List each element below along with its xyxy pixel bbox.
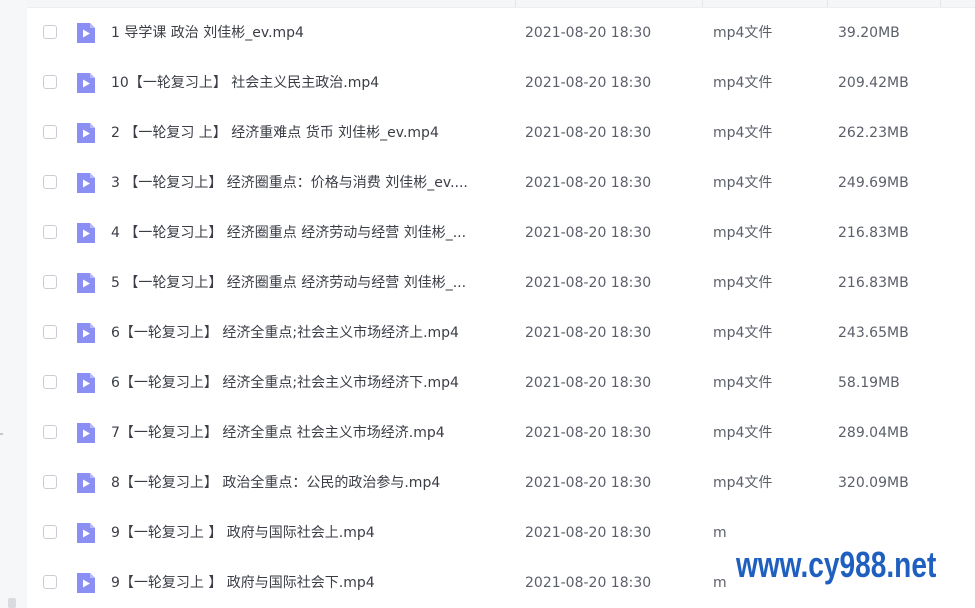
file-date: 2021-08-20 18:30 <box>525 475 652 491</box>
row-checkbox[interactable] <box>43 275 57 289</box>
file-date: 2021-08-20 18:30 <box>525 225 652 241</box>
file-date: 2021-08-20 18:30 <box>525 325 652 341</box>
column-divider[interactable] <box>940 0 941 7</box>
row-checkbox[interactable] <box>43 325 57 339</box>
file-date: 2021-08-20 18:30 <box>525 175 652 191</box>
column-header-bar <box>27 0 975 8</box>
file-name[interactable]: 8【一轮复习上】 政治全重点：公民的政治参与.mp4 <box>111 473 511 493</box>
file-row[interactable]: 5 【一轮复习上】 经济圈重点 经济劳动与经营 刘佳彬_... 2021-08-2… <box>27 258 975 308</box>
column-divider[interactable] <box>827 0 828 7</box>
file-name[interactable]: 10【一轮复习上】 社会主义民主政治.mp4 <box>111 73 511 93</box>
file-size: 216.83MB <box>838 275 909 291</box>
file-date: 2021-08-20 18:30 <box>525 575 652 591</box>
file-date: 2021-08-20 18:30 <box>525 275 652 291</box>
row-checkbox[interactable] <box>43 25 57 39</box>
row-checkbox[interactable] <box>43 575 57 589</box>
file-type: mp4文件 <box>713 475 773 491</box>
file-name[interactable]: 9【一轮复习上 】 政府与国际社会上.mp4 <box>111 523 511 543</box>
video-file-icon <box>75 22 97 44</box>
file-type: mp4文件 <box>713 125 773 141</box>
file-date: 2021-08-20 18:30 <box>525 525 652 541</box>
video-file-icon <box>75 322 97 344</box>
file-type: m <box>713 575 727 591</box>
row-checkbox[interactable] <box>43 525 57 539</box>
sidebar-marker <box>0 433 3 435</box>
file-row[interactable]: 8【一轮复习上】 政治全重点：公民的政治参与.mp4 2021-08-20 18:… <box>27 458 975 508</box>
file-size: 243.65MB <box>838 325 909 341</box>
file-type: mp4文件 <box>713 375 773 391</box>
file-row[interactable]: 10【一轮复习上】 社会主义民主政治.mp4 2021-08-20 18:30 mp… <box>27 58 975 108</box>
video-file-icon <box>75 472 97 494</box>
file-name[interactable]: 2 【一轮复习 上】 经济重难点 货币 刘佳彬_ev.mp4 <box>111 123 511 143</box>
watermark-logo: www.cy988.net <box>736 544 937 585</box>
file-date: 2021-08-20 18:30 <box>525 75 652 91</box>
file-row[interactable]: 1 导学课 政治 刘佳彬_ev.mp4 2021-08-20 18:30 mp4文件… <box>27 8 975 58</box>
file-date: 2021-08-20 18:30 <box>525 425 652 441</box>
file-row[interactable]: 4 【一轮复习上】 经济圈重点 经济劳动与经营 刘佳彬_... 2021-08-2… <box>27 208 975 258</box>
file-name[interactable]: 4 【一轮复习上】 经济圈重点 经济劳动与经营 刘佳彬_... <box>111 223 511 243</box>
file-name[interactable]: 1 导学课 政治 刘佳彬_ev.mp4 <box>111 23 511 43</box>
row-checkbox[interactable] <box>43 175 57 189</box>
file-size: 58.19MB <box>838 375 900 391</box>
file-name[interactable]: 9【一轮复习上 】 政府与国际社会下.mp4 <box>111 573 511 593</box>
file-name[interactable]: 7【一轮复习上】 经济全重点 社会主义市场经济.mp4 <box>111 423 511 443</box>
row-checkbox[interactable] <box>43 225 57 239</box>
file-size: 249.69MB <box>838 175 909 191</box>
row-checkbox[interactable] <box>43 425 57 439</box>
file-type: mp4文件 <box>713 225 773 241</box>
row-checkbox[interactable] <box>43 375 57 389</box>
file-type: mp4文件 <box>713 175 773 191</box>
row-checkbox[interactable] <box>43 475 57 489</box>
column-divider[interactable] <box>515 0 516 7</box>
file-type: mp4文件 <box>713 425 773 441</box>
video-file-icon <box>75 572 97 594</box>
column-divider[interactable] <box>702 0 703 7</box>
row-checkbox[interactable] <box>43 75 57 89</box>
file-size: 320.09MB <box>838 475 909 491</box>
video-file-icon <box>75 72 97 94</box>
file-name[interactable]: 6【一轮复习上】 经济全重点;社会主义市场经济下.mp4 <box>111 373 511 393</box>
file-date: 2021-08-20 18:30 <box>525 25 652 41</box>
file-date: 2021-08-20 18:30 <box>525 125 652 141</box>
file-type: mp4文件 <box>713 275 773 291</box>
video-file-icon <box>75 522 97 544</box>
file-type: m <box>713 525 727 541</box>
sidebar-strip <box>0 0 27 608</box>
file-row[interactable]: 2 【一轮复习 上】 经济重难点 货币 刘佳彬_ev.mp4 2021-08-20… <box>27 108 975 158</box>
file-list-page: 1 导学课 政治 刘佳彬_ev.mp4 2021-08-20 18:30 mp4文件… <box>0 0 975 608</box>
file-type: mp4文件 <box>713 25 773 41</box>
sidebar-scrollbar[interactable] <box>8 598 16 608</box>
video-file-icon <box>75 372 97 394</box>
video-file-icon <box>75 222 97 244</box>
file-row[interactable]: 7【一轮复习上】 经济全重点 社会主义市场经济.mp4 2021-08-20 18… <box>27 408 975 458</box>
row-checkbox[interactable] <box>43 125 57 139</box>
file-name[interactable]: 5 【一轮复习上】 经济圈重点 经济劳动与经营 刘佳彬_... <box>111 273 511 293</box>
file-size: 289.04MB <box>838 425 909 441</box>
file-row[interactable]: 3 【一轮复习上】 经济圈重点：价格与消费 刘佳彬_ev.... 2021-08-… <box>27 158 975 208</box>
video-file-icon <box>75 272 97 294</box>
file-type: mp4文件 <box>713 75 773 91</box>
video-file-icon <box>75 122 97 144</box>
file-date: 2021-08-20 18:30 <box>525 375 652 391</box>
file-size: 39.20MB <box>838 25 900 41</box>
file-size: 262.23MB <box>838 125 909 141</box>
file-name[interactable]: 3 【一轮复习上】 经济圈重点：价格与消费 刘佳彬_ev.... <box>111 173 511 193</box>
file-name[interactable]: 6【一轮复习上】 经济全重点;社会主义市场经济上.mp4 <box>111 323 511 343</box>
file-size: 216.83MB <box>838 225 909 241</box>
file-row[interactable]: 6【一轮复习上】 经济全重点;社会主义市场经济下.mp4 2021-08-20 1… <box>27 358 975 408</box>
file-row[interactable]: 6【一轮复习上】 经济全重点;社会主义市场经济上.mp4 2021-08-20 1… <box>27 308 975 358</box>
video-file-icon <box>75 422 97 444</box>
file-size: 209.42MB <box>838 75 909 91</box>
video-file-icon <box>75 172 97 194</box>
file-type: mp4文件 <box>713 325 773 341</box>
